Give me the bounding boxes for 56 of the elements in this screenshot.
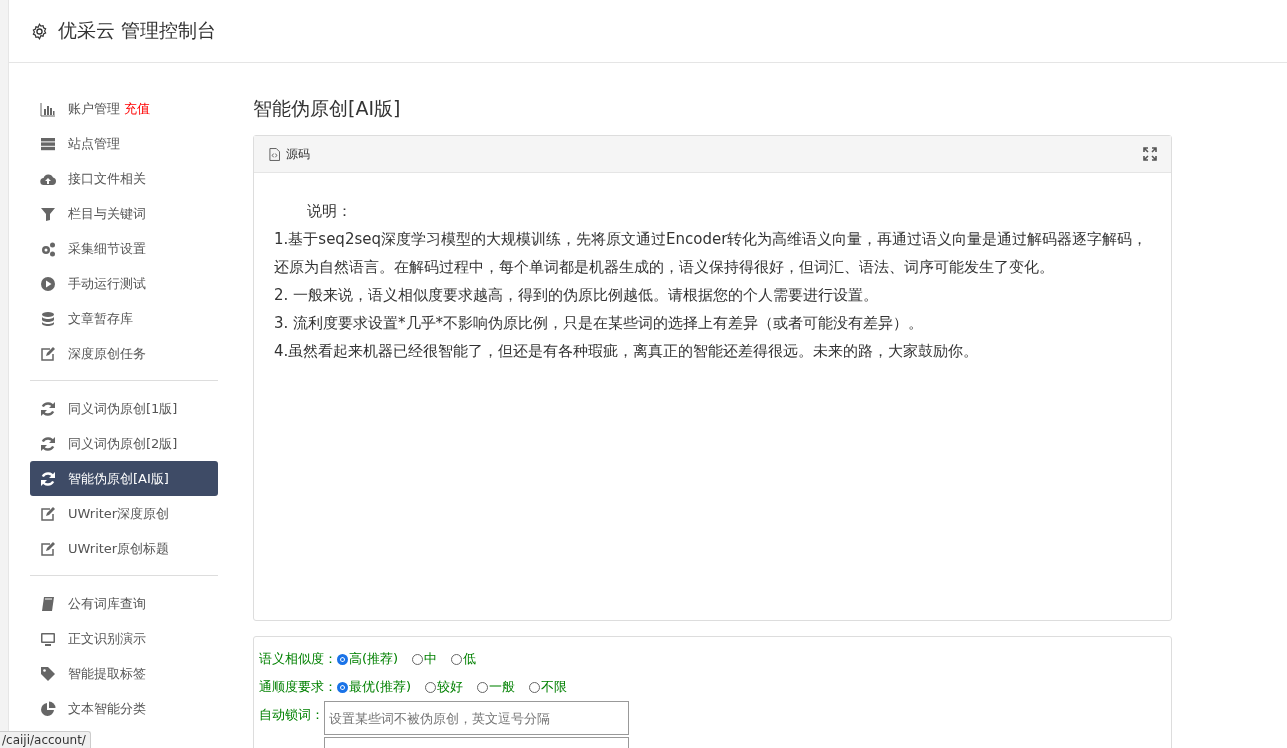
funnel-icon	[40, 205, 56, 222]
lock-words-field[interactable]: 设置某些词不被伪原创，英文逗号分隔	[324, 701, 629, 735]
sidebar-item[interactable]: 智能伪原创[AI版]	[30, 461, 218, 496]
refresh-icon	[40, 470, 56, 487]
refresh-icon	[40, 400, 56, 417]
sidebar-item[interactable]: 同义词伪原创[1版]	[30, 391, 218, 426]
radio-option[interactable]: 低	[451, 650, 477, 668]
option-label: 语义相似度：	[259, 650, 337, 668]
editor-paragraph: 说明：	[306, 201, 353, 222]
play-icon	[40, 275, 56, 292]
monitor-icon	[40, 630, 56, 647]
sidebar-item[interactable]: UWriter深度原创	[30, 496, 218, 531]
radio-option[interactable]: 不限	[529, 678, 568, 696]
radio-option[interactable]: 中	[412, 650, 438, 668]
status-url: /caiji/account/	[0, 731, 91, 748]
settings-icon	[31, 22, 48, 40]
sidebar-item[interactable]: 账户管理 充值	[30, 91, 218, 126]
sidebar-item[interactable]: 手动运行测试	[30, 266, 218, 301]
database-icon	[40, 310, 56, 327]
option-label: 自动锁词：	[259, 706, 324, 724]
server-icon	[40, 135, 56, 152]
editor-paragraph: 2. 一般来说，语义相似度要求越高，得到的伪原比例越低。请根据您的个人需要进行设置。	[274, 285, 880, 306]
radio-option[interactable]: 最优(推荐)	[337, 678, 412, 696]
edit-icon	[40, 540, 56, 557]
source-button[interactable]: 源码	[269, 145, 310, 163]
edit-icon	[40, 505, 56, 522]
tag-icon	[40, 665, 56, 682]
sidebar-item[interactable]: 栏目与关键词	[30, 196, 218, 231]
sidebar-item[interactable]: 站点管理	[30, 126, 218, 161]
editor-paragraph: 3. 流利度要求设置*几乎*不影响伪原比例，只是在某些词的选择上有差异（或者可能没有差异）。	[274, 313, 925, 334]
editor-paragraph: 1.基于seq2seq深度学习模型的大规模训练，先将原文通过Encoder转化为高维语义向量，再通过语义向量是通过解码器逐字解码，还原为自然语言。在解码过程中，每个单词都是机器生成的，语义保持得很好，但词汇、语法、词序可能发生了变化。	[274, 229, 1149, 278]
sidebar-item[interactable]: 文章暂存库	[30, 301, 218, 336]
bar-chart-icon	[40, 100, 56, 117]
sidebar-item[interactable]: 智能提取标签	[30, 656, 218, 691]
refresh-icon	[40, 435, 56, 452]
edit-icon	[40, 345, 56, 362]
page-title: 智能伪原创[AI版]	[253, 96, 402, 121]
document-icon	[269, 147, 280, 161]
sidebar-item[interactable]: 文本智能分类	[30, 691, 218, 726]
option-label: 通顺度要求：	[259, 678, 337, 696]
sidebar-item[interactable]: 接口文件相关	[30, 161, 218, 196]
radio-option[interactable]: 一般	[477, 678, 516, 696]
sidebar-item[interactable]: UWriter原创标题	[30, 531, 218, 566]
sidebar-item[interactable]: 正文识别演示	[30, 621, 218, 656]
fullscreen-icon[interactable]	[1143, 147, 1157, 161]
book-icon	[40, 595, 56, 612]
pie-chart-icon	[40, 700, 56, 717]
editor-paragraph: 4.虽然看起来机器已经很智能了，但还是有各种瑕疵，离真正的智能还差得很远。未来的路，大家鼓励你。	[274, 341, 980, 362]
radio-option[interactable]: 较好	[425, 678, 464, 696]
recharge-link[interactable]: 充值	[124, 99, 150, 118]
sidebar-item[interactable]: 公有词库查询	[30, 586, 218, 621]
sidebar-item[interactable]: 同义词伪原创[2版]	[30, 426, 218, 461]
radio-option[interactable]: 高(推荐)	[337, 650, 399, 668]
sidebar-item[interactable]: 深度原创任务	[30, 336, 218, 371]
console-title: 优采云 管理控制台	[58, 18, 217, 43]
sidebar-item[interactable]: 采集细节设置	[30, 231, 218, 266]
